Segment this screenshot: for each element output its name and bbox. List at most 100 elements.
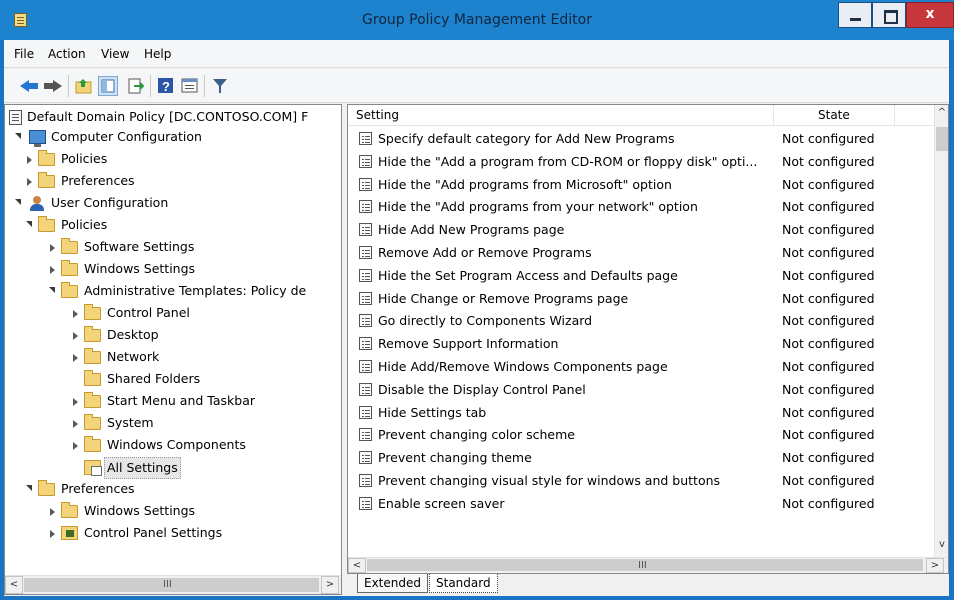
expand-arrow-icon[interactable] — [15, 199, 21, 205]
setting-state: Not configured — [782, 153, 875, 169]
tree-horizontal-scrollbar[interactable]: < III > — [5, 575, 341, 594]
computer-icon — [29, 130, 46, 147]
table-row[interactable]: Prevent changing color scheme Not configu… — [348, 423, 934, 446]
folder-icon — [38, 480, 55, 496]
tree-label: System — [107, 415, 154, 430]
folder-icon — [61, 282, 78, 298]
table-row[interactable]: Hide Add New Programs page Not configured — [348, 218, 934, 241]
table-row[interactable]: Hide the "Add a program from CD-ROM or f… — [348, 150, 934, 173]
table-row[interactable]: Go directly to Components Wizard Not conf… — [348, 309, 934, 332]
tree-root-label: Default Domain Policy [DC.CONTOSO.COM] F — [27, 109, 309, 124]
collapse-arrow-icon[interactable] — [50, 508, 55, 516]
table-row[interactable]: Disable the Display Control Panel Not con… — [348, 378, 934, 401]
collapse-arrow-icon[interactable] — [73, 332, 78, 340]
filter-icon[interactable] — [210, 76, 230, 96]
table-row[interactable]: Hide the "Add programs from Microsoft" o… — [348, 173, 934, 196]
scroll-up-button[interactable]: ^ — [935, 105, 948, 123]
expand-arrow-icon[interactable] — [49, 287, 55, 293]
settings-list[interactable]: Setting State Specify default category f… — [347, 104, 949, 574]
setting-name: Disable the Display Control Panel — [378, 381, 586, 397]
setting-name: Remove Support Information — [378, 336, 559, 352]
forward-arrow-icon[interactable] — [44, 76, 64, 96]
column-divider[interactable] — [773, 105, 774, 125]
policy-setting-icon — [359, 382, 372, 396]
table-row[interactable]: Prevent changing theme Not configured — [348, 446, 934, 469]
expand-arrow-icon[interactable] — [26, 485, 32, 491]
table-row[interactable]: Remove Support Information Not configured — [348, 332, 934, 355]
title-bar[interactable]: Group Policy Management Editor x — [0, 0, 954, 40]
setting-name: Hide Settings tab — [378, 404, 487, 420]
toolbar: ? — [4, 69, 949, 103]
toolbar-separator — [68, 75, 69, 97]
list-horizontal-scrollbar[interactable]: < III > — [348, 557, 948, 573]
folder-icon — [84, 370, 101, 386]
table-row[interactable]: Specify default category for Add New Pro… — [348, 127, 934, 150]
tree-label: Windows Settings — [84, 261, 196, 276]
menu-view[interactable]: View — [101, 47, 129, 61]
table-row[interactable]: Hide Add/Remove Windows Components page N… — [348, 355, 934, 378]
expand-arrow-icon[interactable] — [15, 133, 21, 139]
column-setting[interactable]: Setting — [356, 108, 399, 122]
close-button[interactable]: x — [906, 2, 954, 28]
collapse-arrow-icon[interactable] — [27, 178, 32, 186]
list-vertical-scrollbar[interactable]: ^ v — [934, 105, 948, 557]
scroll-right-button[interactable]: > — [926, 558, 944, 573]
help-icon[interactable]: ? — [156, 76, 176, 96]
show-hide-tree-icon[interactable] — [98, 76, 118, 96]
scroll-down-button[interactable]: v — [935, 537, 948, 555]
client-area: File Action View Help ? Default Domain P… — [4, 40, 949, 596]
table-row[interactable]: Prevent changing visual style for window… — [348, 469, 934, 492]
list-header: Setting State — [348, 105, 948, 126]
window-title: Group Policy Management Editor — [362, 12, 592, 28]
expand-arrow-icon[interactable] — [26, 221, 32, 227]
toolbar-separator — [204, 75, 205, 97]
table-row[interactable]: Remove Add or Remove Programs Not configu… — [348, 241, 934, 264]
tab-extended[interactable]: Extended — [357, 574, 428, 593]
tree-label: Control Panel Settings — [84, 525, 223, 540]
tree-label: Policies — [61, 217, 108, 232]
scroll-left-button[interactable]: < — [5, 576, 23, 594]
table-row[interactable]: Hide the "Add programs from your network… — [348, 195, 934, 218]
menu-file[interactable]: File — [14, 47, 34, 61]
console-tree[interactable]: Default Domain Policy [DC.CONTOSO.COM] F… — [4, 104, 342, 595]
setting-name: Enable screen saver — [378, 495, 505, 511]
scroll-thumb[interactable] — [936, 127, 948, 151]
close-icon: x — [925, 6, 935, 22]
maximize-button[interactable] — [872, 2, 906, 28]
setting-state: Not configured — [782, 131, 875, 146]
collapse-arrow-icon[interactable] — [73, 442, 78, 450]
setting-name: Hide the "Add programs from Microsoft" o… — [378, 176, 672, 192]
collapse-arrow-icon[interactable] — [27, 156, 32, 164]
control-panel-settings-icon — [61, 526, 78, 540]
collapse-arrow-icon[interactable] — [73, 420, 78, 428]
table-row[interactable]: Hide the Set Program Access and Defaults… — [348, 264, 934, 287]
column-divider[interactable] — [894, 105, 895, 125]
folder-icon — [38, 172, 55, 188]
scroll-right-button[interactable]: > — [321, 576, 339, 594]
scroll-grip-icon: III — [163, 579, 172, 590]
table-row[interactable]: Hide Change or Remove Programs page Not c… — [348, 287, 934, 310]
up-folder-icon[interactable] — [74, 76, 94, 96]
table-row[interactable]: Hide Settings tab Not configured — [348, 401, 934, 424]
menu-help[interactable]: Help — [144, 47, 171, 61]
tree-label: Shared Folders — [107, 371, 201, 386]
setting-state: Not configured — [782, 199, 875, 215]
menu-action[interactable]: Action — [48, 47, 86, 61]
properties-icon[interactable] — [180, 76, 200, 96]
collapse-arrow-icon[interactable] — [73, 354, 78, 362]
folder-icon — [38, 150, 55, 166]
table-row[interactable]: Enable screen saver Not configured — [348, 492, 934, 515]
collapse-arrow-icon[interactable] — [50, 266, 55, 274]
collapse-arrow-icon[interactable] — [73, 310, 78, 318]
back-arrow-icon[interactable] — [20, 76, 40, 96]
minimize-button[interactable] — [838, 2, 872, 28]
export-list-icon[interactable] — [126, 76, 146, 96]
scroll-left-button[interactable]: < — [348, 558, 366, 573]
setting-name: Go directly to Components Wizard — [378, 313, 593, 329]
column-state[interactable]: State — [818, 108, 850, 122]
collapse-arrow-icon[interactable] — [73, 398, 78, 406]
tab-standard[interactable]: Standard — [429, 574, 498, 593]
collapse-arrow-icon[interactable] — [50, 530, 55, 538]
collapse-arrow-icon[interactable] — [50, 244, 55, 252]
tree-label: Preferences — [61, 173, 135, 188]
